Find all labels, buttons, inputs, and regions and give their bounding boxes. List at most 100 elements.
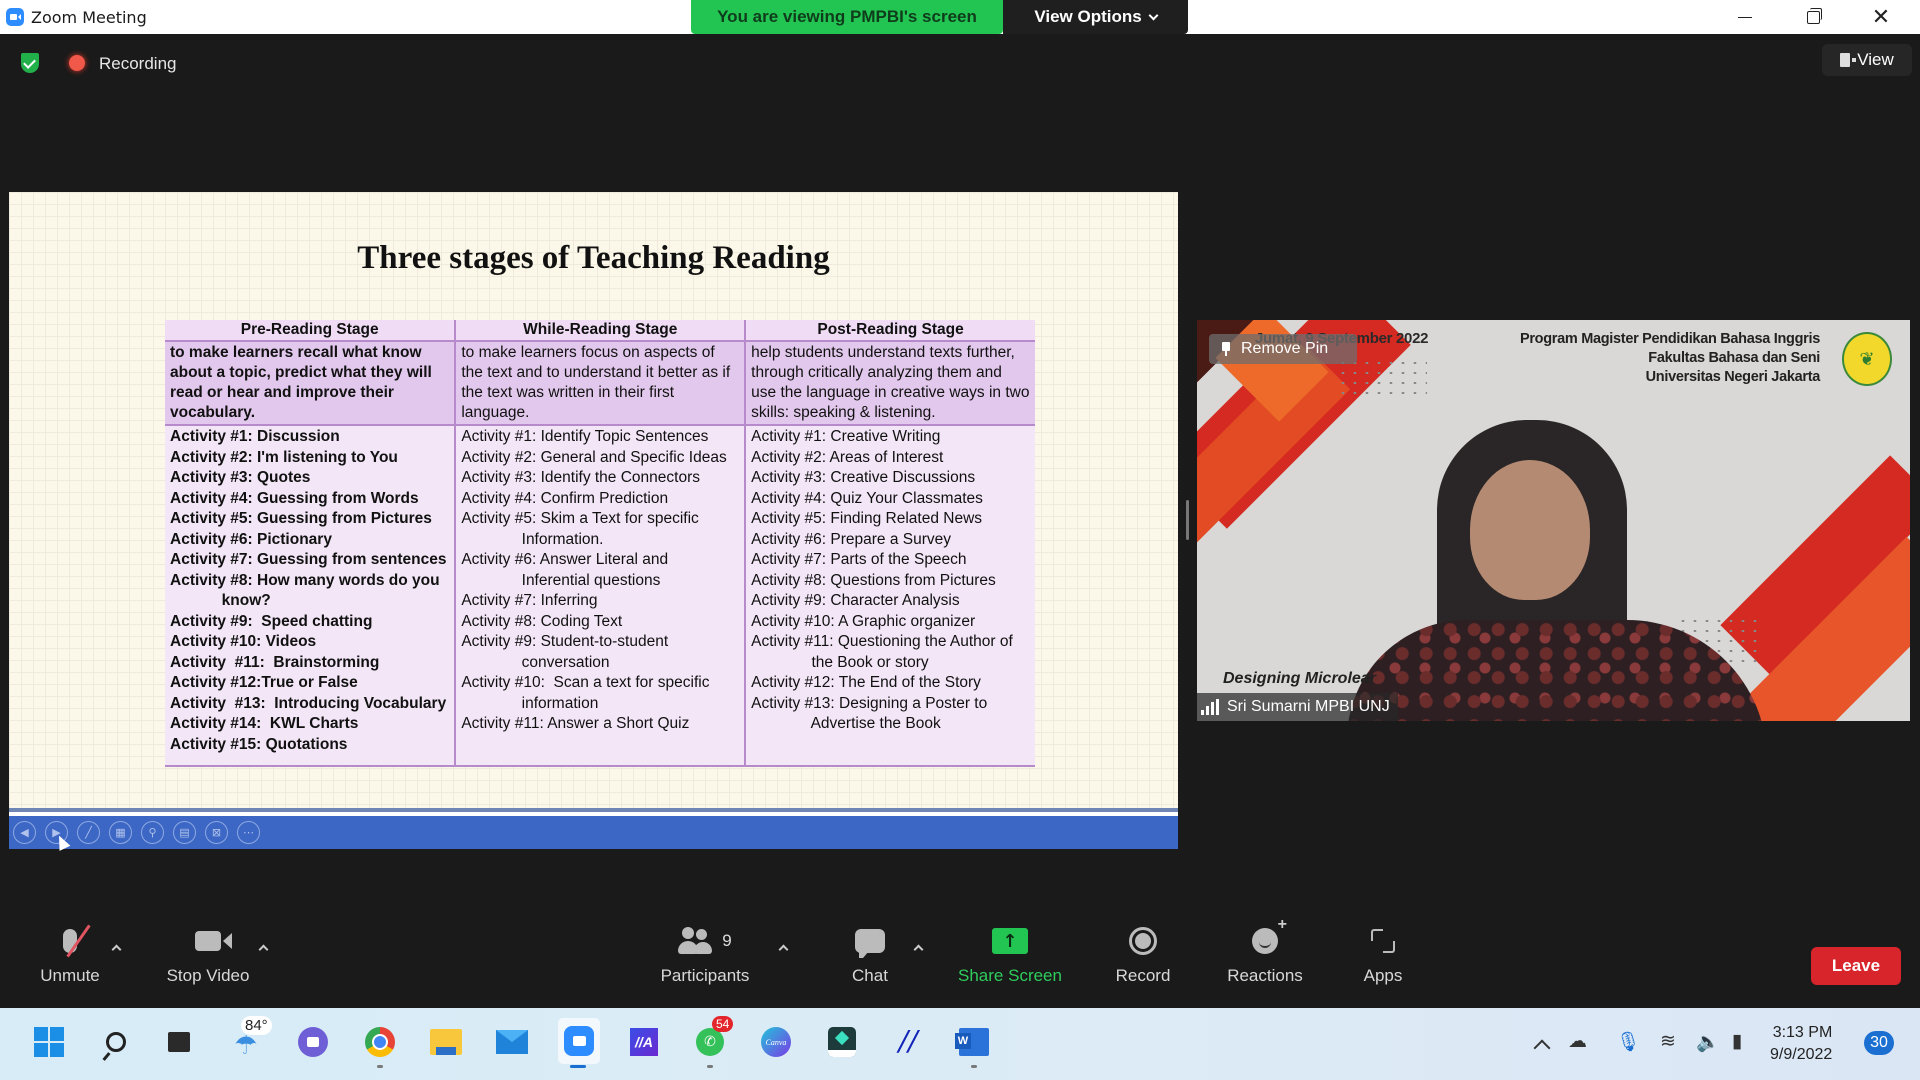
purpose-while-reading: to make learners focus on aspects of the… (454, 341, 746, 426)
hide-screen-icon[interactable]: ⊠ (205, 821, 228, 844)
taskbar-chrome[interactable] (360, 1022, 400, 1068)
shared-slide: Three stages of Teaching Reading Pre-Rea… (9, 192, 1178, 808)
pen-icon[interactable]: ╱ (77, 821, 100, 844)
taskbar-ia-writer[interactable]: //A (624, 1022, 664, 1062)
purpose-post-reading: help students understand texts further, … (744, 341, 1035, 426)
share-screen-label: Share Screen (958, 966, 1062, 985)
leave-meeting-button[interactable]: Leave (1811, 947, 1901, 985)
taskbar-mail[interactable] (492, 1022, 532, 1062)
search-icon (106, 1032, 126, 1052)
activity-item: Activity #9: Character Analysis (751, 592, 960, 609)
virtual-background-org: Program Magister Pendidikan Bahasa Inggr… (1520, 330, 1820, 387)
chat-button[interactable]: Chat (840, 920, 900, 986)
activity-item: Activity #6: Pictionary (170, 530, 332, 548)
share-screen-button[interactable]: ↑ Share Screen (950, 920, 1070, 986)
audio-options-caret-icon[interactable] (111, 944, 122, 955)
participant-video-tile[interactable]: Jumat, 9 September 2022 Program Magister… (1197, 320, 1910, 721)
panel-resize-handle[interactable] (1186, 500, 1189, 540)
wifi-icon[interactable]: ≋ (1660, 1030, 1676, 1052)
activity-item: Activity #7: Guessing from sentences (170, 551, 447, 568)
canva-icon: Canva (761, 1027, 791, 1057)
activity-item: Activity #8: Coding Text (461, 612, 623, 630)
onedrive-paused-icon[interactable]: ☁ (1568, 1030, 1587, 1052)
previous-slide-icon[interactable]: ◀ (13, 821, 36, 844)
stop-video-button[interactable]: Stop Video (158, 920, 258, 986)
start-button[interactable] (29, 1022, 69, 1062)
ia-writer-icon: //A (630, 1028, 658, 1056)
record-label: Record (1115, 966, 1171, 985)
university-logo-icon: ❦ (1842, 332, 1892, 386)
minimize-button[interactable] (1716, 0, 1774, 34)
participants-button[interactable]: 9 Participants (650, 920, 760, 986)
participant-name: Sri Sumarni MPBI UNJ (1227, 698, 1390, 715)
taskbar-meet-app[interactable] (293, 1022, 333, 1062)
activity-item: Activity #3: Creative Discussions (751, 469, 976, 486)
record-button[interactable]: Record (1103, 920, 1183, 986)
activity-item: Activity #4: Guessing from Words (170, 489, 419, 507)
activities-while-reading: Activity #1: Identify Topic Sentences Ac… (454, 425, 746, 767)
see-all-slides-icon[interactable]: ▦ (109, 821, 132, 844)
stages-table: Pre-Reading Stage While-Reading Stage Po… (165, 320, 1035, 767)
task-view-button[interactable] (159, 1022, 199, 1062)
taskbar-word[interactable] (954, 1022, 994, 1068)
maximize-button[interactable] (1784, 0, 1842, 34)
more-options-icon[interactable]: ⋯ (237, 821, 260, 844)
recording-dot-icon (69, 55, 85, 71)
activity-item: Activity #10: Videos (170, 633, 317, 650)
taskbar-hash-app[interactable]: // (888, 1022, 928, 1062)
participants-options-caret-icon[interactable] (778, 944, 789, 955)
taskbar-zoom[interactable] (558, 1018, 600, 1068)
unmute-label: Unmute (40, 966, 100, 985)
battery-charging-icon[interactable]: ▮ (1732, 1030, 1742, 1052)
apps-button[interactable]: Apps (1352, 920, 1414, 986)
view-label: View (1857, 50, 1894, 69)
video-options-caret-icon[interactable] (258, 944, 269, 955)
notification-count-badge[interactable]: 30 (1864, 1031, 1894, 1055)
activity-item: Activity #6: Prepare a Survey (751, 530, 952, 548)
column-header-pre-reading: Pre-Reading Stage (165, 320, 456, 342)
activity-item: Activity #15: Quotations (170, 735, 348, 753)
slide-title: Three stages of Teaching Reading (357, 240, 830, 276)
taskbar-file-explorer[interactable] (426, 1022, 466, 1062)
view-button[interactable]: View (1822, 44, 1912, 76)
meeting-controls-toolbar: Unmute Stop Video 9 Participants Chat ↑ … (0, 916, 1920, 1008)
taskbar-canva[interactable]: Canva (756, 1022, 796, 1062)
view-layout-icon (1840, 53, 1857, 67)
activity-item: Activity #12: The End of the Story (751, 674, 981, 691)
participants-label: Participants (660, 966, 750, 985)
taskbar-search-button[interactable] (96, 1022, 136, 1062)
system-clock[interactable]: 3:13 PM 9/9/2022 (1770, 1022, 1832, 1066)
chat-options-caret-icon[interactable] (913, 944, 924, 955)
zoom-slide-icon[interactable]: ⚲ (141, 821, 164, 844)
close-button[interactable]: ✕ (1852, 0, 1910, 34)
unmute-button[interactable]: Unmute (28, 920, 112, 986)
window-title-bar: Zoom Meeting You are viewing PMPBI's scr… (0, 0, 1920, 34)
activity-item: Activity #4: Quiz Your Classmates (751, 489, 983, 507)
view-options-button[interactable]: View Options (1003, 0, 1188, 34)
show-hidden-icons-button[interactable] (1536, 1008, 1556, 1080)
remove-pin-label: Remove Pin (1241, 340, 1329, 357)
taskbar-filmora[interactable] (822, 1022, 862, 1062)
activity-item: Activity #5: Finding Related News (751, 510, 983, 527)
volume-icon[interactable]: 🔈 (1696, 1030, 1720, 1053)
reactions-button[interactable]: Reactions (1220, 916, 1310, 986)
taskbar-whatsapp[interactable]: ✆ 54 (690, 1016, 734, 1068)
dot-pattern (1337, 358, 1427, 398)
whatsapp-notification-badge: 54 (712, 1016, 734, 1032)
windows-logo-icon (34, 1027, 64, 1057)
activity-item: Activity #7: Parts of the Speech (751, 551, 967, 568)
security-shield-icon[interactable] (21, 53, 39, 73)
activity-item: Activity #13: Introducing Vocabulary (170, 694, 447, 712)
mail-icon (496, 1030, 528, 1054)
remove-pin-button[interactable]: Remove Pin (1209, 334, 1357, 364)
microphone-in-use-icon[interactable]: 🎙 (1616, 1030, 1640, 1053)
activity-item: Activity #8: Questions from Pictures (751, 571, 996, 589)
subtitles-icon[interactable]: ▤ (173, 821, 196, 844)
activity-item: Activity #11: Answer a Short Quiz (461, 715, 690, 732)
microphone-muted-icon (63, 924, 91, 958)
signal-strength-icon (1201, 699, 1219, 715)
org-line: Fakultas Bahasa dan Seni (1648, 350, 1820, 366)
activity-item: Activity #1: Discussion (170, 428, 340, 445)
chat-bubble-icon (855, 929, 885, 958)
clock-time: 3:13 PM (1772, 1024, 1833, 1041)
